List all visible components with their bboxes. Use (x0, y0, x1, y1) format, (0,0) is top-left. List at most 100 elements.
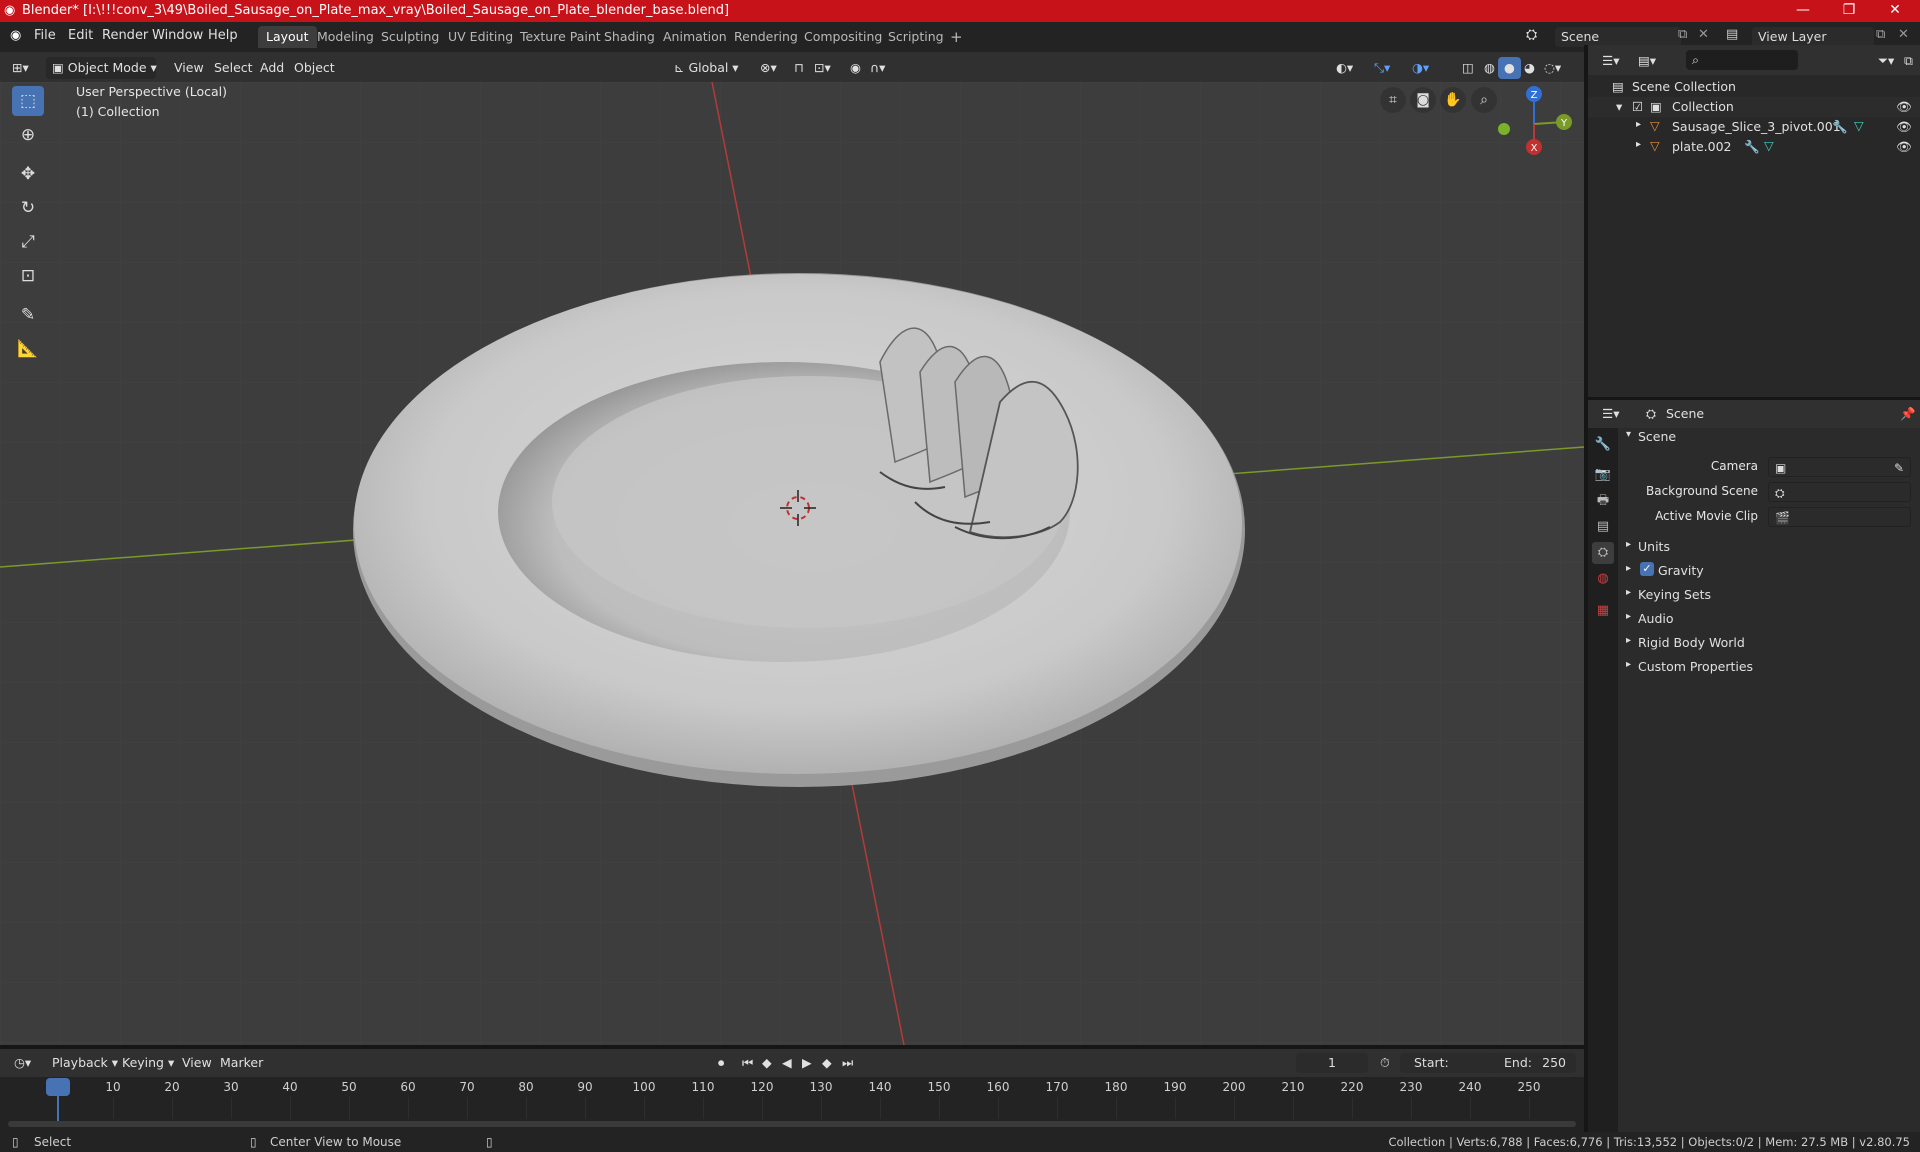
timeline-editor-type-icon[interactable]: ◷▾ (8, 1052, 37, 1074)
playback-menu[interactable]: Playback ▾ (46, 1052, 124, 1074)
navigation-gizmo[interactable]: Z Y X (1494, 84, 1574, 164)
workspace-tab-animation[interactable]: Animation (655, 26, 735, 48)
3d-viewport[interactable]: User Perspective (Local) (1) Collection … (0, 82, 1584, 1045)
blender-menu-icon[interactable]: ◉ (10, 28, 21, 43)
pin-icon[interactable]: 📌 (1894, 403, 1920, 425)
timeline-scrollbar[interactable] (8, 1121, 1576, 1127)
keying-menu[interactable]: Keying ▾ (116, 1052, 180, 1074)
checkbox-icon[interactable]: ☑ (1632, 99, 1643, 114)
texture-tab-icon[interactable]: ▦ (1592, 600, 1614, 622)
outliner-row-object[interactable]: ▸ ▽ Sausage_Slice_3_pivot.001 🔧 ▽ 👁 (1588, 117, 1920, 137)
menu-help[interactable]: Help (208, 28, 238, 43)
record-icon[interactable]: ⏺ (712, 1052, 730, 1074)
active-movie-clip-field[interactable]: 🎬 (1768, 507, 1911, 527)
outliner-row-object[interactable]: ▸ ▽ plate.002 🔧 ▽ 👁 (1588, 137, 1920, 157)
display-mode-icon[interactable]: ▤▾ (1632, 50, 1662, 72)
eye-icon[interactable]: 👁 (1896, 119, 1912, 135)
maximize-button[interactable]: ❐ (1826, 0, 1872, 22)
workspace-tab-scripting[interactable]: Scripting (880, 26, 952, 48)
menu-add[interactable]: Add (254, 57, 290, 79)
scene-tab-icon[interactable]: ⛭ (1592, 542, 1614, 564)
eye-icon[interactable]: 👁 (1896, 99, 1912, 115)
expand-arrow-icon[interactable]: ▾ (1616, 99, 1622, 114)
cursor-tool-icon[interactable]: ⊕ (12, 120, 44, 150)
rotate-tool-icon[interactable]: ↻ (12, 193, 44, 223)
current-frame-field[interactable]: 1 (1296, 1053, 1368, 1073)
select-box-tool-icon[interactable]: ⬚ (12, 86, 44, 116)
menu-object[interactable]: Object (288, 57, 341, 79)
expand-arrow-icon[interactable]: ▸ (1636, 139, 1641, 150)
output-tab-icon[interactable]: 🖶 (1592, 490, 1614, 512)
menu-edit[interactable]: Edit (68, 28, 93, 43)
scale-tool-icon[interactable]: ⤢ (12, 227, 44, 257)
eye-icon[interactable]: 👁 (1896, 139, 1912, 155)
transform-tool-icon[interactable]: ⊡ (12, 261, 44, 291)
rendered-shading-icon[interactable]: ◌▾ (1538, 57, 1567, 79)
workspace-tab-sculpting[interactable]: Sculpting (373, 26, 447, 48)
stopwatch-icon[interactable]: ⏱ (1374, 1052, 1396, 1074)
snap-toggle-icon[interactable]: ⊓ (788, 57, 810, 79)
workspace-tab-rendering[interactable]: Rendering (726, 26, 806, 48)
workspace-tab-uv-editing[interactable]: UV Editing (440, 26, 521, 48)
menu-view[interactable]: View (168, 57, 210, 79)
camera-view-icon[interactable]: ◙ (1410, 87, 1436, 113)
rigid-body-world-panel-header[interactable]: ▸ Rigid Body World (1622, 632, 1912, 654)
workspace-tab-compositing[interactable]: Compositing (796, 26, 890, 48)
expand-arrow-icon[interactable]: ▸ (1636, 119, 1641, 130)
new-scene-icon[interactable]: ⧉ (1678, 27, 1687, 42)
delete-view-layer-icon[interactable]: ✕ (1898, 27, 1909, 42)
outliner-search-input[interactable]: ⌕ (1686, 50, 1798, 70)
jump-end-icon[interactable]: ⏭ (836, 1052, 859, 1074)
outliner-row-scene-collection[interactable]: ▤ Scene Collection (1588, 77, 1920, 97)
workspace-tab-texture-paint[interactable]: Texture Paint (512, 26, 609, 48)
snap-target-icon[interactable]: ⊡▾ (808, 57, 837, 79)
outliner-row-collection[interactable]: ▾ ☑ ▣ Collection 👁 (1588, 97, 1920, 117)
audio-panel-header[interactable]: ▸ Audio (1622, 608, 1912, 630)
custom-properties-panel-header[interactable]: ▸ Custom Properties (1622, 656, 1912, 678)
background-scene-field[interactable]: ⛭ (1768, 482, 1911, 502)
delete-scene-icon[interactable]: ✕ (1698, 27, 1709, 42)
xray-toggle-icon[interactable]: ◫ (1456, 57, 1480, 79)
filter-icon[interactable]: ⏷▾ (1872, 50, 1900, 72)
world-tab-icon[interactable]: ◍ (1592, 568, 1614, 590)
play-reverse-icon[interactable]: ◀ (776, 1052, 798, 1074)
menu-window[interactable]: Window (152, 28, 203, 43)
scene-selector[interactable]: Scene (1555, 27, 1681, 47)
menu-select[interactable]: Select (208, 57, 259, 79)
next-keyframe-icon[interactable]: ◆ (816, 1052, 838, 1074)
gizmo-toggle-icon[interactable]: ⤡▾ (1368, 57, 1396, 79)
workspace-tab-layout[interactable]: Layout (258, 26, 317, 48)
falloff-icon[interactable]: ∩▾ (864, 57, 891, 79)
measure-tool-icon[interactable]: 📐 (12, 334, 44, 364)
view-layer-selector[interactable]: View Layer (1752, 27, 1874, 47)
units-panel-header[interactable]: ▸ Units (1622, 536, 1912, 558)
outliner-editor-type-icon[interactable]: ☰▾ (1596, 50, 1625, 72)
menu-file[interactable]: File (34, 28, 56, 43)
timeline-view-menu[interactable]: View (176, 1052, 218, 1074)
close-button[interactable]: ✕ (1872, 0, 1918, 22)
view-layer-tab-icon[interactable]: ▤ (1592, 516, 1614, 538)
camera-field[interactable]: ▣ ✎ (1768, 457, 1911, 477)
play-icon[interactable]: ▶ (796, 1052, 818, 1074)
workspace-tab-modeling[interactable]: Modeling (309, 26, 382, 48)
timeline-area[interactable]: 1102030405060708090100110120130140150160… (0, 1077, 1584, 1132)
gravity-panel-header[interactable]: ▸ ✓ Gravity (1622, 560, 1912, 582)
frame-ruler[interactable]: 1102030405060708090100110120130140150160… (0, 1077, 1584, 1119)
view-layer-icon[interactable]: ▤ (1726, 27, 1738, 42)
minimize-button[interactable]: — (1780, 0, 1826, 22)
new-view-layer-icon[interactable]: ⧉ (1876, 27, 1885, 42)
marker-menu[interactable]: Marker (214, 1052, 269, 1074)
scene-panel-header[interactable]: ▾ Scene (1622, 426, 1912, 448)
prev-keyframe-icon[interactable]: ◆ (756, 1052, 778, 1074)
eyedropper-icon[interactable]: ✎ (1894, 458, 1904, 478)
menu-render[interactable]: Render (102, 28, 148, 43)
editor-type-icon[interactable]: ⊞▾ (6, 57, 35, 79)
visibility-icon[interactable]: ◐▾ (1330, 57, 1359, 79)
playhead-marker[interactable] (46, 1078, 70, 1096)
keying-sets-panel-header[interactable]: ▸ Keying Sets (1622, 584, 1912, 606)
toggle-camera-view-icon[interactable]: ⌗ (1380, 87, 1406, 113)
pan-view-icon[interactable]: ✋ (1440, 87, 1466, 113)
end-frame-field[interactable]: End: 250 (1490, 1053, 1576, 1073)
mode-selector[interactable]: ▣ Object Mode ▾ (46, 57, 157, 79)
scene-icon[interactable]: ⛭ (1526, 27, 1537, 43)
